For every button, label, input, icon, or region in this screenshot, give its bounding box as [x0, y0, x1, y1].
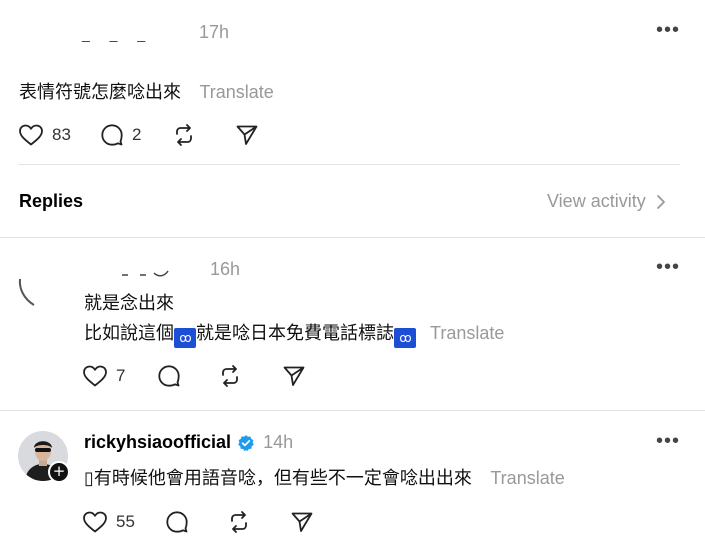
- reply1-text-b: 就是唸日本免費電話標誌: [196, 323, 394, 343]
- reply1-share-button[interactable]: [282, 364, 306, 388]
- reply1-avatar[interactable]: [16, 255, 68, 307]
- repost-icon: [222, 365, 238, 387]
- divider: [18, 164, 680, 165]
- reply2-username[interactable]: rickyhsiaoofficial: [84, 432, 231, 453]
- reply1-text-a: 比如說這個: [84, 323, 174, 343]
- reply1-repost-button[interactable]: [218, 364, 242, 388]
- follow-plus-icon[interactable]: +: [48, 461, 70, 483]
- post-repost-button[interactable]: [172, 123, 196, 147]
- post-like-button[interactable]: 83: [18, 123, 71, 147]
- divider: [0, 237, 705, 238]
- heart-icon: [19, 124, 43, 146]
- divider: [0, 410, 705, 411]
- repost-icon: [176, 124, 192, 146]
- reply1-comment-button[interactable]: [157, 364, 181, 388]
- reply1-like-count: 7: [116, 366, 126, 385]
- post-comment-count: 2: [132, 125, 142, 144]
- verified-badge-icon: [238, 434, 254, 451]
- reply2-more-icon[interactable]: •••: [656, 431, 680, 451]
- send-icon: [283, 366, 305, 386]
- post-text: 表情符號怎麼唸出來: [19, 82, 181, 102]
- send-icon: [236, 125, 258, 145]
- replies-title: Replies: [19, 191, 84, 211]
- reply2-like-button[interactable]: 55: [82, 510, 135, 534]
- reply2-avatar[interactable]: +: [18, 431, 70, 483]
- send-icon: [291, 512, 313, 532]
- free-dial-emoji-icon: ꝏ: [174, 328, 196, 348]
- post-more-icon[interactable]: •••: [656, 20, 680, 40]
- post-comment-button[interactable]: 2: [100, 123, 141, 147]
- comment-icon: [158, 365, 180, 387]
- reply2-translate-link[interactable]: Translate: [490, 468, 564, 488]
- view-activity-label: View activity: [547, 191, 646, 211]
- comment-icon: [101, 124, 123, 146]
- reply2-share-button[interactable]: [290, 510, 314, 534]
- reply1-translate-link[interactable]: Translate: [430, 323, 504, 343]
- reply1-timestamp: 16h: [210, 259, 241, 279]
- free-dial-emoji-icon: ꝏ: [394, 328, 416, 348]
- repost-icon: [231, 511, 247, 533]
- post-translate-link[interactable]: Translate: [199, 82, 273, 102]
- post-like-count: 83: [52, 125, 71, 144]
- reply2-repost-button[interactable]: [227, 510, 251, 534]
- post-share-button[interactable]: [235, 123, 259, 147]
- reply2-text: ▯有時候他會用語音唸，但有些不一定會唸出出來: [84, 468, 472, 488]
- reply2-text-row: ▯有時候他會用語音唸，但有些不一定會唸出出來 Translate: [84, 464, 565, 490]
- reply1-like-button[interactable]: 7: [82, 364, 125, 388]
- heart-icon: [83, 365, 107, 387]
- reply1-line2: 比如說這個 ꝏ 就是唸日本免費電話標誌 ꝏ Translate: [84, 319, 504, 348]
- reply2-like-count: 55: [116, 512, 135, 531]
- heart-icon: [83, 511, 107, 533]
- reply2-comment-button[interactable]: [165, 510, 189, 534]
- reply2-timestamp: 14h: [263, 432, 294, 452]
- reply2-header: rickyhsiaoofficial 14h: [84, 432, 293, 453]
- reply1-username-fragment[interactable]: [118, 264, 178, 277]
- reply1-line1: 就是念出來: [84, 293, 174, 313]
- reply1-more-icon[interactable]: •••: [656, 257, 680, 277]
- view-activity-link[interactable]: View activity: [547, 191, 666, 212]
- post-timestamp: 17h: [199, 22, 230, 42]
- comment-icon: [166, 511, 188, 533]
- post-text-row: 表情符號怎麼唸出來 Translate: [19, 78, 274, 104]
- chevron-right-icon: [656, 194, 665, 209]
- post-username-fragment[interactable]: _ _ _: [82, 26, 153, 42]
